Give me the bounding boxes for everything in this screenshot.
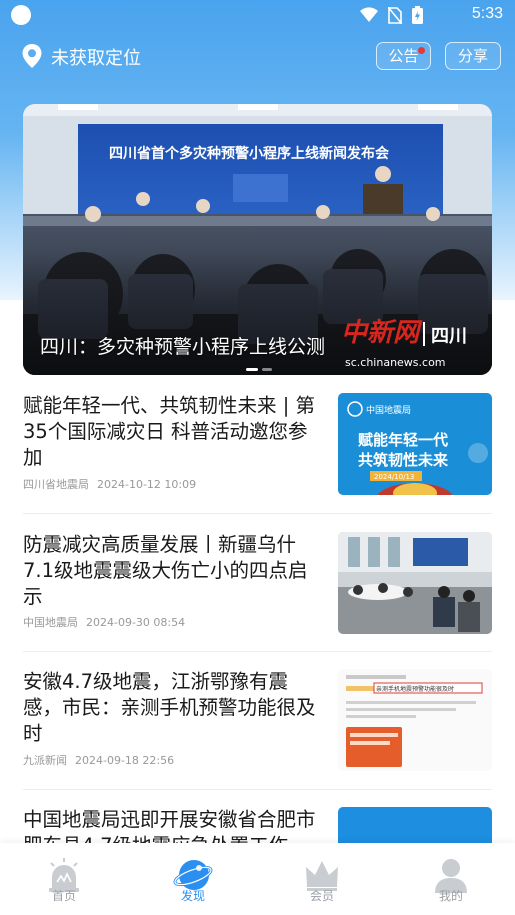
news-thumbnail[interactable]: 中国地震局 赋能年轻一代 共筑韧性未来 2024/10/13: [338, 393, 492, 495]
thumb-line-2: 共筑韧性未来: [358, 451, 449, 469]
news-meta: 中国地震局 2024-09-30 08:54: [23, 614, 185, 630]
tab-discover[interactable]: 发现: [153, 855, 233, 904]
tab-label: 发现: [180, 889, 205, 903]
divider: [23, 651, 492, 652]
banner-photo-headline: 四川省首个多灾种预警小程序上线新闻发布会: [109, 145, 390, 162]
news-title[interactable]: 防震减灾高质量发展丨新疆乌什7.1级地震震级大伤亡小的四点启示: [23, 532, 323, 610]
status-time: 5:33: [471, 5, 503, 22]
news-item[interactable]: 安徽4.7级地震，江浙鄂豫有震感，市民：亲测手机预警功能很及时 九派新闻 2024…: [23, 669, 492, 799]
news-source: 九派新闻: [23, 754, 67, 767]
news-time: 2024-09-30 08:54: [86, 616, 186, 629]
news-source: 中国地震局: [23, 616, 78, 629]
watermark-logo: 中新网: [341, 318, 423, 348]
tab-home[interactable]: 首页: [24, 855, 104, 904]
notice-button[interactable]: 公告: [376, 42, 431, 70]
thumb-line-1: 赋能年轻一代: [358, 431, 448, 449]
thumb-highlight: 亲测手机地震预警功能很及时: [376, 685, 454, 693]
tab-profile[interactable]: 我的: [411, 855, 491, 904]
wifi-icon: [360, 7, 378, 23]
location-pin-icon[interactable]: [21, 43, 43, 69]
banner-carousel[interactable]: 四川省首个多灾种预警小程序上线新闻发布会 中新网 四川 sc.chinanews…: [23, 104, 492, 375]
share-label: 分享: [457, 47, 488, 65]
battery-charging-icon: [412, 6, 423, 24]
no-sim-icon: [388, 6, 402, 24]
thumb-org: 中国地震局: [366, 404, 411, 416]
app-header: 未获取定位 公告 分享: [0, 38, 515, 74]
news-title[interactable]: 赋能年轻一代、共筑韧性未来 | 第35个国际减灾日 科普活动邀您参加: [23, 393, 323, 471]
tab-member[interactable]: 会员: [282, 855, 362, 904]
bottom-tab-bar: 首页 发现 会员 我的: [0, 843, 515, 915]
news-thumbnail[interactable]: 亲测手机地震预警功能很及时: [338, 669, 492, 771]
divider: [23, 513, 492, 514]
carousel-dot-active: [246, 368, 258, 371]
news-time: 2024-10-12 10:09: [97, 478, 197, 491]
tab-label: 首页: [51, 889, 76, 903]
tab-label: 会员: [309, 889, 334, 903]
news-source: 四川省地震局: [23, 478, 89, 491]
news-meta: 四川省地震局 2024-10-12 10:09: [23, 476, 196, 492]
notice-label: 公告: [388, 47, 419, 65]
news-item[interactable]: 防震减灾高质量发展丨新疆乌什7.1级地震震级大伤亡小的四点启示 中国地震局 202…: [23, 532, 492, 662]
watermark-region: 四川: [431, 326, 467, 347]
watermark-url: sc.chinanews.com: [345, 356, 446, 369]
divider: [23, 789, 492, 790]
news-meta: 九派新闻 2024-09-18 22:56: [23, 752, 174, 768]
location-text[interactable]: 未获取定位: [51, 44, 141, 70]
status-icons: [360, 6, 423, 24]
banner-caption[interactable]: 四川：多灾种预警小程序上线公测: [40, 332, 325, 359]
status-bar: 5:33: [0, 0, 515, 30]
news-thumbnail[interactable]: [338, 532, 492, 634]
carousel-indicator: [246, 368, 272, 371]
thumb-date: 2024/10/13: [374, 473, 414, 481]
tab-label: 我的: [438, 889, 463, 903]
carousel-dot: [262, 368, 272, 371]
unread-dot: [418, 47, 425, 54]
notification-dot-icon: [11, 5, 31, 25]
news-title[interactable]: 安徽4.7级地震，江浙鄂豫有震感，市民：亲测手机预警功能很及时: [23, 669, 323, 747]
news-time: 2024-09-18 22:56: [75, 754, 175, 767]
news-item[interactable]: 赋能年轻一代、共筑韧性未来 | 第35个国际减灾日 科普活动邀您参加 四川省地震…: [23, 393, 492, 523]
share-button[interactable]: 分享: [445, 42, 501, 70]
